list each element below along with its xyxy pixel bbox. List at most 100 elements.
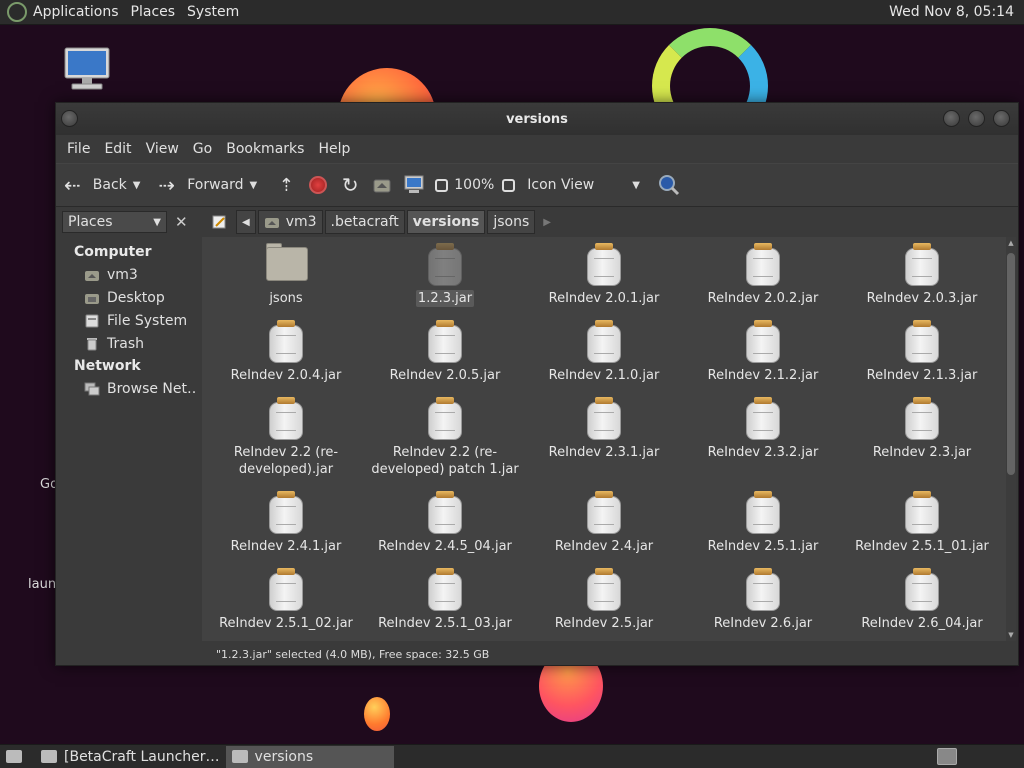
- sidebar-header: Places ▼ ✕: [56, 207, 196, 237]
- home-icon[interactable]: [371, 174, 393, 196]
- sidebar-item-vm3[interactable]: vm3: [56, 263, 196, 286]
- reload-icon[interactable]: ↻: [339, 173, 361, 197]
- file-item[interactable]: ReIndev 2.3.2.jar: [684, 397, 842, 461]
- file-name: ReIndev 2.1.2.jar: [707, 368, 819, 383]
- file-item[interactable]: ReIndev 2.2 (re-developed) patch 1.jar: [366, 397, 524, 478]
- sidebar-mode-select[interactable]: Places ▼: [62, 211, 167, 233]
- breadcrumb-versions[interactable]: versions: [406, 210, 486, 234]
- taskbar-betacraft[interactable]: [BetaCraft Launcher…: [35, 746, 226, 768]
- file-item[interactable]: ReIndev 2.3.1.jar: [525, 397, 683, 461]
- file-item[interactable]: ReIndev 2.4.1.jar: [207, 491, 365, 555]
- status-bar: "1.2.3.jar" selected (4.0 MB), Free spac…: [202, 643, 1016, 665]
- file-item[interactable]: ReIndev 2.0.2.jar: [684, 243, 842, 307]
- sidebar-item-filesystem[interactable]: File System: [56, 309, 196, 332]
- jar-file-icon: [902, 397, 942, 441]
- file-name: ReIndev 2.0.1.jar: [548, 291, 660, 306]
- file-name: ReIndev 2.6_04.jar: [861, 616, 983, 631]
- folder-item[interactable]: jsons: [207, 243, 365, 307]
- distro-logo-icon[interactable]: [7, 2, 27, 22]
- stop-button[interactable]: [307, 174, 329, 196]
- computer-toolbar-icon[interactable]: [403, 174, 425, 196]
- zoom-out-icon[interactable]: [435, 178, 449, 192]
- maximize-button[interactable]: [968, 110, 985, 127]
- menu-file[interactable]: File: [60, 141, 97, 157]
- sidebar-item-browse-network[interactable]: Browse Net…: [56, 377, 196, 400]
- file-item[interactable]: ReIndev 2.4.jar: [525, 491, 683, 555]
- menu-applications[interactable]: Applications: [27, 4, 125, 20]
- forward-button[interactable]: ⇢ Forward ▼: [158, 173, 265, 197]
- edit-location-icon[interactable]: [206, 210, 234, 234]
- menu-help[interactable]: Help: [311, 141, 357, 157]
- top-panel: Applications Places System Wed Nov 8, 05…: [0, 0, 1024, 25]
- menu-system[interactable]: System: [181, 4, 245, 20]
- forward-history-dropdown[interactable]: ▼: [250, 180, 258, 191]
- workspace-switcher-icon[interactable]: [937, 748, 957, 765]
- file-name: ReIndev 2.0.5.jar: [389, 368, 501, 383]
- file-item[interactable]: ReIndev 2.1.2.jar: [684, 320, 842, 384]
- window-menu-button[interactable]: [61, 110, 78, 127]
- sidebar-item-desktop[interactable]: Desktop: [56, 286, 196, 309]
- breadcrumb-vm3[interactable]: vm3: [257, 210, 323, 234]
- breadcrumb-jsons[interactable]: jsons: [487, 210, 536, 234]
- file-item[interactable]: ReIndev 2.2 (re-developed).jar: [207, 397, 365, 478]
- titlebar[interactable]: versions: [56, 103, 1018, 135]
- zoom-in-icon[interactable]: [502, 178, 516, 192]
- view-mode-caret: ▼: [632, 179, 640, 191]
- breadcrumb-scroll-left[interactable]: ◀: [236, 210, 256, 234]
- taskbar-versions[interactable]: versions: [225, 745, 394, 768]
- file-item[interactable]: 1.2.3.jar: [366, 243, 524, 307]
- desktop-label-launcher[interactable]: laun: [28, 577, 56, 592]
- file-name: ReIndev 2.4.jar: [554, 539, 654, 554]
- minimize-button[interactable]: [943, 110, 960, 127]
- file-item[interactable]: ReIndev 2.3.jar: [843, 397, 1001, 461]
- file-item[interactable]: ReIndev 2.5.1.jar: [684, 491, 842, 555]
- menu-bookmarks[interactable]: Bookmarks: [219, 141, 311, 157]
- folder-icon: [266, 243, 308, 287]
- file-item[interactable]: ReIndev 2.5.1_01.jar: [843, 491, 1001, 555]
- file-item[interactable]: ReIndev 2.0.3.jar: [843, 243, 1001, 307]
- search-icon[interactable]: [658, 174, 680, 196]
- scrollbar-thumb[interactable]: [1007, 253, 1015, 475]
- menu-places[interactable]: Places: [125, 4, 182, 20]
- sidebar-mode-caret: ▼: [153, 216, 161, 228]
- sidebar: Computer vm3 Desktop File System Trash N…: [56, 237, 196, 647]
- breadcrumb-betacraft[interactable]: .betacraft: [324, 210, 405, 234]
- vertical-scrollbar[interactable]: ▲ ▼: [1006, 237, 1016, 641]
- file-item[interactable]: ReIndev 2.6_04.jar: [843, 568, 1001, 632]
- clock[interactable]: Wed Nov 8, 05:14: [889, 4, 1024, 20]
- back-button[interactable]: ⇠ Back ▼: [64, 173, 148, 197]
- up-arrow-icon[interactable]: ⇡: [275, 174, 297, 196]
- breadcrumb: ◀ vm3 .betacraft versions jsons ▶: [202, 207, 1016, 237]
- file-item[interactable]: ReIndev 2.1.0.jar: [525, 320, 683, 384]
- file-item[interactable]: ReIndev 2.5.jar: [525, 568, 683, 632]
- file-item[interactable]: ReIndev 2.0.1.jar: [525, 243, 683, 307]
- file-item[interactable]: ReIndev 2.0.5.jar: [366, 320, 524, 384]
- menu-go[interactable]: Go: [186, 141, 219, 157]
- jar-file-icon: [743, 243, 783, 287]
- file-item[interactable]: ReIndev 2.5.1_02.jar: [207, 568, 365, 632]
- file-name: ReIndev 2.0.3.jar: [866, 291, 978, 306]
- filesystem-icon: [84, 314, 100, 328]
- file-item[interactable]: ReIndev 2.6.jar: [684, 568, 842, 632]
- file-item[interactable]: ReIndev 2.1.3.jar: [843, 320, 1001, 384]
- file-item[interactable]: ReIndev 2.0.4.jar: [207, 320, 365, 384]
- scroll-down-icon[interactable]: ▼: [1006, 631, 1016, 639]
- scroll-up-icon[interactable]: ▲: [1006, 239, 1016, 247]
- close-sidebar-icon[interactable]: ✕: [175, 213, 188, 231]
- menu-view[interactable]: View: [139, 141, 186, 157]
- jar-file-icon: [743, 320, 783, 364]
- breadcrumb-scroll-right[interactable]: ▶: [537, 210, 557, 234]
- view-mode-select[interactable]: Icon View ▼: [527, 177, 648, 193]
- jar-file-icon: [584, 397, 624, 441]
- computer-icon[interactable]: [62, 46, 112, 94]
- file-view[interactable]: jsons 1.2.3.jar ReIndev 2.0.1.jar ReIndev 2…: [202, 237, 1006, 641]
- close-button[interactable]: [993, 110, 1010, 127]
- show-desktop-button[interactable]: [0, 746, 35, 768]
- file-item[interactable]: ReIndev 2.4.5_04.jar: [366, 491, 524, 555]
- sidebar-item-trash[interactable]: Trash: [56, 332, 196, 355]
- file-item[interactable]: ReIndev 2.5.1_03.jar: [366, 568, 524, 632]
- file-manager-window: versions File Edit View Go Bookmarks Hel…: [55, 102, 1019, 666]
- back-history-dropdown[interactable]: ▼: [133, 180, 141, 191]
- jar-file-icon: [743, 568, 783, 612]
- menu-edit[interactable]: Edit: [97, 141, 138, 157]
